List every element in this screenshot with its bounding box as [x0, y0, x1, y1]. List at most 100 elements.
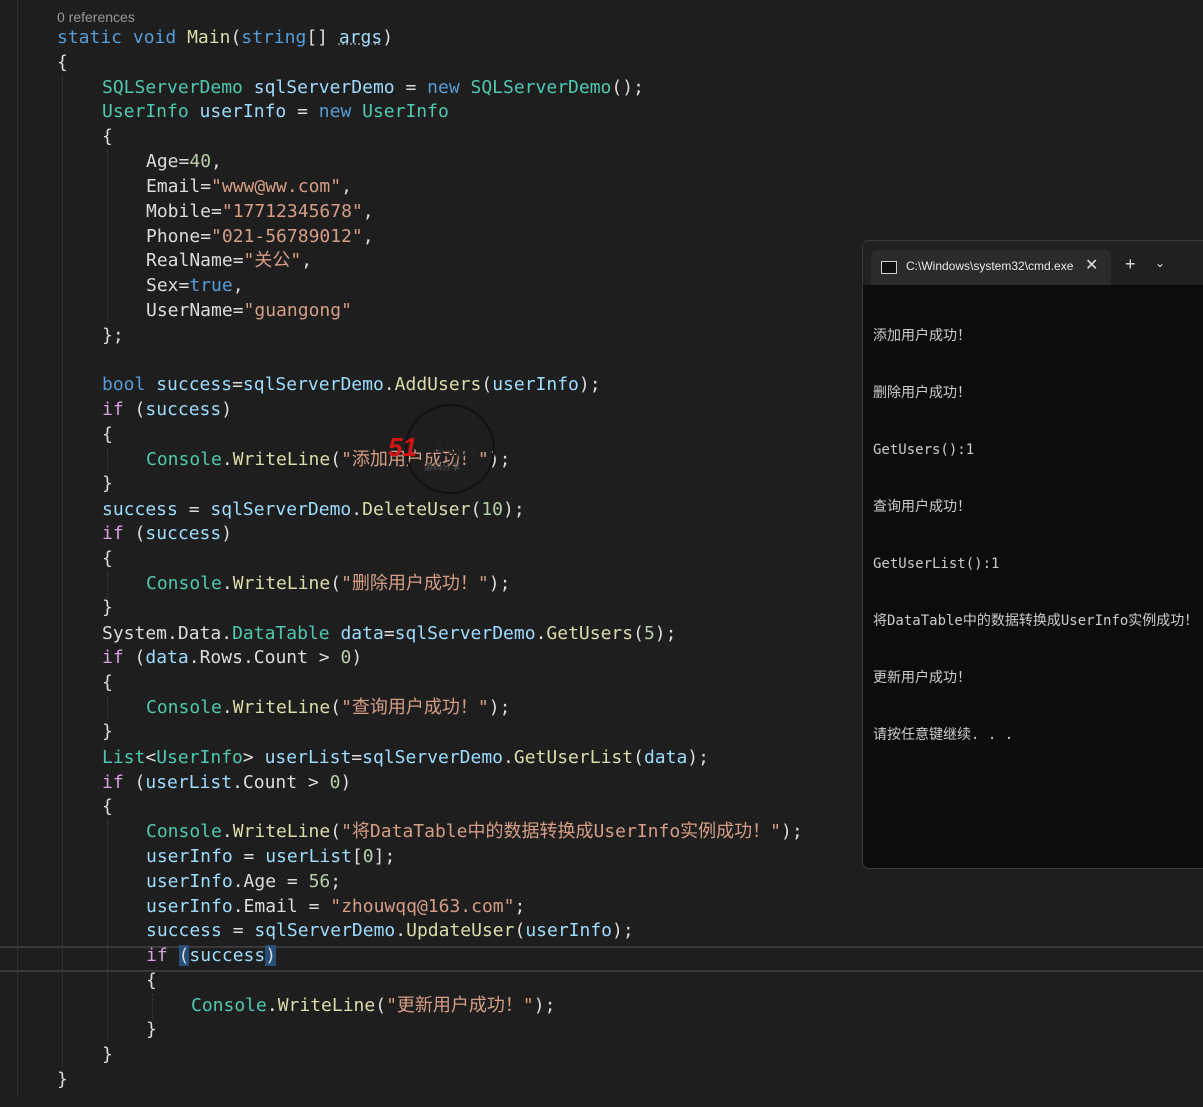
code-line-writeline-convert[interactable]: Console.WriteLine("将DataTable中的数据转换成User…	[146, 820, 803, 844]
tok: {	[102, 548, 113, 569]
code-line-realname[interactable]: RealName="关公",	[146, 249, 312, 273]
tok: .	[167, 623, 178, 644]
code-line-close[interactable]: }	[57, 1068, 68, 1092]
tok: (	[470, 499, 482, 520]
code-line-sex[interactable]: Sex=true,	[146, 274, 244, 298]
code-line-bool[interactable]: bool success=sqlServerDemo.AddUsers(user…	[102, 373, 601, 397]
code-line-close[interactable]: }	[146, 1018, 157, 1042]
tok: >	[242, 747, 265, 768]
tok-string: "更新用户成功！"	[386, 995, 534, 1016]
tok-namespace: System	[102, 623, 168, 644]
code-line-assign[interactable]: userInfo = userList[0];	[146, 845, 395, 869]
tok: .	[351, 499, 363, 520]
tok: =	[178, 275, 190, 296]
tok: [	[351, 846, 363, 867]
tok: =	[232, 250, 244, 271]
tok: =	[178, 151, 190, 172]
watermark-tagline: 源码分享	[424, 462, 461, 472]
tok: =	[211, 201, 222, 222]
tok-method: AddUsers	[394, 374, 482, 395]
tok-type: Console	[146, 821, 222, 842]
code-line-writeline-update[interactable]: Console.WriteLine("更新用户成功！");	[191, 994, 555, 1018]
tok: )	[221, 523, 233, 544]
console-tab[interactable]: C:\Windows\system32\cmd.exe ✕	[871, 250, 1111, 285]
tok: (	[123, 647, 146, 668]
code-line-phone[interactable]: Phone="021-56789012",	[146, 225, 374, 249]
code-line-delete[interactable]: success = sqlServerDemo.DeleteUser(10);	[102, 498, 525, 522]
code-line-close[interactable]: }	[102, 596, 113, 620]
tok-if: if	[146, 945, 168, 966]
chevron-down-icon[interactable]: ⌄	[1155, 256, 1165, 270]
code-line-if-list[interactable]: if (userList.Count > 0)	[102, 771, 351, 795]
tok: )	[221, 399, 233, 420]
tok-main: Main	[187, 27, 231, 48]
code-line-open[interactable]: {	[102, 671, 113, 695]
tok-var: sqlServerDemo	[210, 499, 352, 520]
code-line-update[interactable]: success = sqlServerDemo.UpdateUser(userI…	[146, 919, 634, 943]
code-line-open[interactable]: {	[102, 547, 113, 571]
tok-prop: Rows	[199, 647, 243, 668]
code-line-set-age[interactable]: userInfo.Age = 56;	[146, 870, 341, 894]
code-line-if-update[interactable]: if (success)	[146, 944, 277, 968]
code-line-list[interactable]: List<UserInfo> userList=sqlServerDemo.Ge…	[102, 746, 709, 770]
tok: )	[340, 772, 352, 793]
tok: );	[687, 747, 709, 768]
console-titlebar[interactable]: C:\Windows\system32\cmd.exe ✕ + ⌄	[863, 241, 1203, 285]
code-line-open[interactable]: {	[102, 795, 113, 819]
tok: =	[297, 896, 331, 917]
indent-guide	[107, 448, 108, 474]
code-line-close[interactable]: }	[102, 472, 113, 496]
code-line-demo[interactable]: SQLServerDemo sqlServerDemo = new SQLSer…	[102, 76, 644, 100]
code-line-open[interactable]: {	[102, 423, 113, 447]
code-line-if[interactable]: if (success)	[102, 522, 232, 546]
code-line-age[interactable]: Age=40,	[146, 150, 222, 174]
code-line-set-email[interactable]: userInfo.Email = "zhouwqq@163.com";	[146, 895, 525, 919]
code-line-brace[interactable]: {	[102, 125, 113, 149]
close-icon[interactable]: ✕	[1085, 255, 1098, 275]
code-line-mobile[interactable]: Mobile="17712345678",	[146, 200, 374, 224]
tok-var: data	[643, 747, 688, 768]
indent-guide	[107, 150, 108, 322]
console-output-line: GetUserList():1	[873, 556, 1000, 572]
console-output-line: 添加用户成功！	[873, 328, 971, 344]
code-line-email[interactable]: Email="www@ww.com",	[146, 175, 352, 199]
tok: =	[232, 846, 266, 867]
tok: =	[286, 101, 319, 122]
tok: }	[146, 1019, 157, 1040]
code-line-close-init[interactable]: };	[102, 324, 124, 348]
new-tab-icon[interactable]: +	[1125, 254, 1136, 275]
tok-method: GetUserList	[513, 747, 634, 768]
codelens-references[interactable]: 0 references	[57, 9, 135, 25]
code-line-brace[interactable]: {	[57, 51, 68, 75]
console-window[interactable]: C:\Windows\system32\cmd.exe ✕ + ⌄ 添加用户成功…	[862, 240, 1203, 869]
tok: .	[535, 623, 547, 644]
tok-type: UserInfo	[102, 101, 189, 122]
code-line-if[interactable]: if (success)	[102, 398, 232, 422]
tok-var: userList	[145, 772, 233, 793]
tok-if: if	[102, 772, 124, 793]
console-output[interactable]: 添加用户成功！ 删除用户成功！ GetUsers():1 查询用户成功！ Get…	[873, 289, 1203, 783]
code-line-writeline-query[interactable]: Console.WriteLine("查询用户成功！");	[146, 696, 510, 720]
code-line-username[interactable]: UserName="guangong"	[146, 299, 352, 323]
tok: ();	[611, 77, 644, 98]
code-line-if-rows[interactable]: if (data.Rows.Count > 0)	[102, 646, 362, 670]
tok-new: new	[427, 77, 460, 98]
tok-type: SQLServerDemo	[102, 77, 243, 98]
code-line-userinfo[interactable]: UserInfo userInfo = new UserInfo	[102, 100, 449, 124]
code-line-method[interactable]: static void Main(string[] args)	[57, 26, 393, 50]
tok: }	[57, 1069, 68, 1090]
tok: };	[102, 325, 124, 346]
code-line-datatable[interactable]: System.Data.DataTable data=sqlServerDemo…	[102, 622, 676, 646]
tok-var: sqlServerDemo	[253, 77, 395, 98]
code-line-writeline-delete[interactable]: Console.WriteLine("删除用户成功！");	[146, 572, 510, 596]
tok: {	[102, 424, 113, 445]
code-line-close[interactable]: }	[102, 1043, 113, 1067]
tok-prop: Phone	[146, 226, 201, 247]
tok: .	[242, 647, 254, 668]
code-line-close[interactable]: }	[102, 720, 113, 744]
code-line-open[interactable]: {	[146, 969, 157, 993]
tok-if: if	[102, 399, 124, 420]
tok-var: success	[145, 523, 222, 544]
tok-method: UpdateUser	[406, 920, 515, 941]
tok: );	[654, 623, 677, 644]
